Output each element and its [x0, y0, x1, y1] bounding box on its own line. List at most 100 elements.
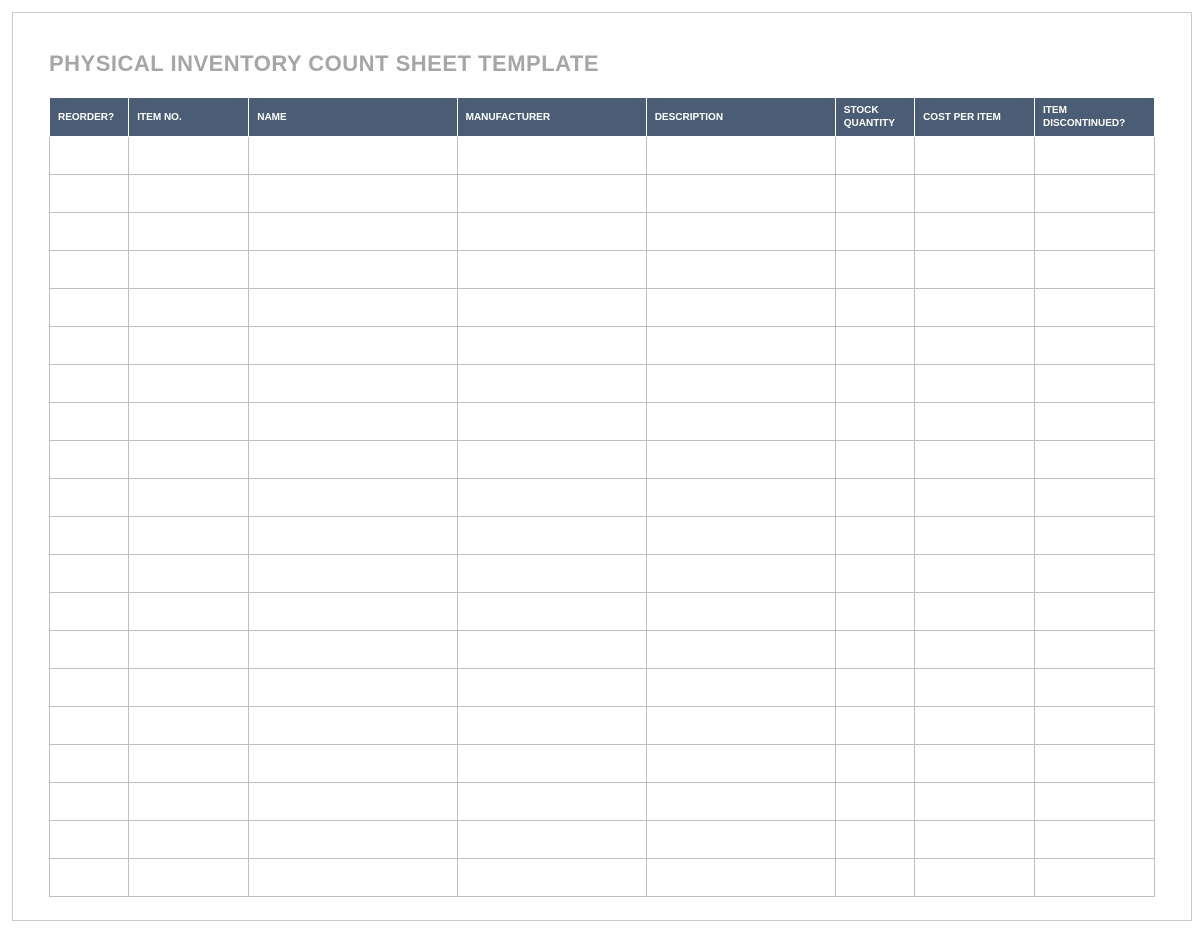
table-cell[interactable]: [50, 441, 129, 479]
table-cell[interactable]: [915, 821, 1035, 859]
table-cell[interactable]: [249, 175, 457, 213]
table-cell[interactable]: [249, 517, 457, 555]
table-cell[interactable]: [1035, 479, 1155, 517]
table-cell[interactable]: [457, 365, 646, 403]
table-cell[interactable]: [50, 707, 129, 745]
table-cell[interactable]: [646, 631, 835, 669]
table-cell[interactable]: [50, 669, 129, 707]
table-cell[interactable]: [457, 859, 646, 897]
table-cell[interactable]: [457, 707, 646, 745]
table-cell[interactable]: [646, 821, 835, 859]
table-cell[interactable]: [646, 289, 835, 327]
table-cell[interactable]: [249, 251, 457, 289]
table-cell[interactable]: [1035, 137, 1155, 175]
table-cell[interactable]: [1035, 783, 1155, 821]
table-cell[interactable]: [1035, 517, 1155, 555]
table-cell[interactable]: [457, 251, 646, 289]
table-cell[interactable]: [1035, 365, 1155, 403]
table-cell[interactable]: [835, 783, 914, 821]
table-cell[interactable]: [835, 175, 914, 213]
table-cell[interactable]: [835, 631, 914, 669]
table-cell[interactable]: [129, 441, 249, 479]
table-cell[interactable]: [915, 365, 1035, 403]
table-cell[interactable]: [457, 821, 646, 859]
table-cell[interactable]: [1035, 213, 1155, 251]
table-cell[interactable]: [50, 479, 129, 517]
table-cell[interactable]: [249, 213, 457, 251]
table-cell[interactable]: [249, 593, 457, 631]
table-cell[interactable]: [646, 327, 835, 365]
table-cell[interactable]: [50, 783, 129, 821]
table-cell[interactable]: [646, 213, 835, 251]
table-cell[interactable]: [457, 631, 646, 669]
table-cell[interactable]: [129, 327, 249, 365]
table-cell[interactable]: [915, 783, 1035, 821]
table-cell[interactable]: [646, 251, 835, 289]
table-cell[interactable]: [915, 707, 1035, 745]
table-cell[interactable]: [915, 251, 1035, 289]
table-cell[interactable]: [50, 365, 129, 403]
table-cell[interactable]: [50, 745, 129, 783]
table-cell[interactable]: [457, 137, 646, 175]
table-cell[interactable]: [915, 517, 1035, 555]
table-cell[interactable]: [129, 669, 249, 707]
table-cell[interactable]: [646, 859, 835, 897]
table-cell[interactable]: [129, 403, 249, 441]
table-cell[interactable]: [1035, 555, 1155, 593]
table-cell[interactable]: [1035, 289, 1155, 327]
table-cell[interactable]: [249, 441, 457, 479]
table-cell[interactable]: [50, 631, 129, 669]
table-cell[interactable]: [249, 403, 457, 441]
table-cell[interactable]: [457, 175, 646, 213]
table-cell[interactable]: [129, 555, 249, 593]
table-cell[interactable]: [129, 175, 249, 213]
table-cell[interactable]: [1035, 251, 1155, 289]
table-cell[interactable]: [457, 441, 646, 479]
table-cell[interactable]: [129, 365, 249, 403]
table-cell[interactable]: [249, 821, 457, 859]
table-cell[interactable]: [646, 441, 835, 479]
table-cell[interactable]: [915, 175, 1035, 213]
table-cell[interactable]: [50, 289, 129, 327]
table-cell[interactable]: [50, 213, 129, 251]
table-cell[interactable]: [835, 555, 914, 593]
table-cell[interactable]: [646, 479, 835, 517]
table-cell[interactable]: [915, 289, 1035, 327]
table-cell[interactable]: [835, 441, 914, 479]
table-cell[interactable]: [835, 289, 914, 327]
table-cell[interactable]: [915, 441, 1035, 479]
table-cell[interactable]: [50, 137, 129, 175]
table-cell[interactable]: [50, 175, 129, 213]
table-cell[interactable]: [835, 137, 914, 175]
table-cell[interactable]: [129, 745, 249, 783]
table-cell[interactable]: [835, 745, 914, 783]
table-cell[interactable]: [129, 631, 249, 669]
table-cell[interactable]: [457, 555, 646, 593]
table-cell[interactable]: [915, 555, 1035, 593]
table-cell[interactable]: [249, 745, 457, 783]
table-cell[interactable]: [457, 479, 646, 517]
table-cell[interactable]: [646, 137, 835, 175]
table-cell[interactable]: [249, 859, 457, 897]
table-cell[interactable]: [1035, 441, 1155, 479]
table-cell[interactable]: [835, 479, 914, 517]
table-cell[interactable]: [835, 517, 914, 555]
table-cell[interactable]: [249, 137, 457, 175]
table-cell[interactable]: [50, 593, 129, 631]
table-cell[interactable]: [1035, 327, 1155, 365]
table-cell[interactable]: [646, 517, 835, 555]
table-cell[interactable]: [646, 669, 835, 707]
table-cell[interactable]: [50, 403, 129, 441]
table-cell[interactable]: [1035, 593, 1155, 631]
table-cell[interactable]: [915, 327, 1035, 365]
table-cell[interactable]: [1035, 631, 1155, 669]
table-cell[interactable]: [129, 593, 249, 631]
table-cell[interactable]: [129, 707, 249, 745]
table-cell[interactable]: [646, 555, 835, 593]
table-cell[interactable]: [835, 365, 914, 403]
table-cell[interactable]: [835, 593, 914, 631]
table-cell[interactable]: [457, 517, 646, 555]
table-cell[interactable]: [249, 783, 457, 821]
table-cell[interactable]: [835, 403, 914, 441]
table-cell[interactable]: [1035, 821, 1155, 859]
